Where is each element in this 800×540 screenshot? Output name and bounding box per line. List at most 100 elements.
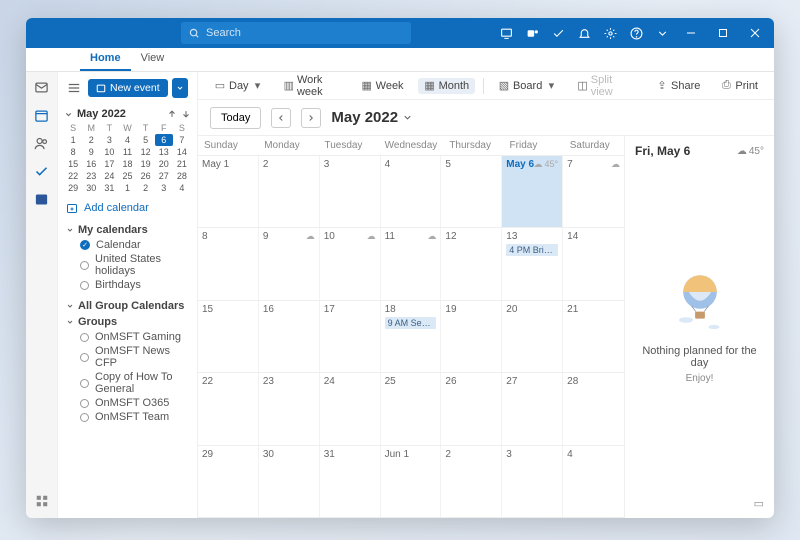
day-cell[interactable]: 9☁: [259, 228, 320, 299]
section-group-calendars[interactable]: All Group Calendars: [66, 300, 189, 312]
day-cell[interactable]: 17: [320, 301, 381, 372]
day-cell[interactable]: 28: [563, 373, 624, 444]
teams-icon[interactable]: [520, 21, 544, 45]
day-cell[interactable]: 21: [563, 301, 624, 372]
cloud-icon: ☁: [367, 231, 376, 242]
board-icon: ▧: [498, 80, 510, 92]
tab-view[interactable]: View: [131, 48, 175, 71]
add-calendar-label: Add calendar: [84, 202, 149, 214]
group-item[interactable]: OnMSFT News CFP: [80, 344, 189, 370]
calendar-plus-icon: [96, 83, 106, 93]
day-cell[interactable]: 5: [441, 156, 502, 227]
workweek-icon: ▥: [284, 80, 294, 92]
close-button[interactable]: [740, 18, 770, 48]
day-cell[interactable]: 29: [198, 446, 259, 517]
day-cell[interactable]: 134 PM Briefing wit: [502, 228, 563, 299]
day-cell[interactable]: 189 AM See What's: [381, 301, 442, 372]
collapse-panel-icon[interactable]: ▭: [635, 497, 764, 510]
day-cell[interactable]: 31: [320, 446, 381, 517]
next-month-button[interactable]: [301, 108, 321, 128]
event-chip[interactable]: 4 PM Briefing wit: [506, 244, 558, 256]
day-cell[interactable]: 10☁: [320, 228, 381, 299]
group-item[interactable]: OnMSFT Team: [80, 410, 189, 424]
new-event-label: New event: [110, 82, 160, 94]
day-cell[interactable]: 23: [259, 373, 320, 444]
detail-date: Fri, May 6: [635, 144, 690, 158]
search-input[interactable]: [206, 27, 403, 39]
day-cell[interactable]: 27: [502, 373, 563, 444]
mail-icon[interactable]: [33, 78, 51, 96]
present-icon[interactable]: [494, 21, 518, 45]
check-icon: ✓: [80, 240, 90, 250]
day-cell[interactable]: 26: [441, 373, 502, 444]
prev-month-button[interactable]: [271, 108, 291, 128]
calendar-item[interactable]: Birthdays: [80, 278, 189, 292]
day-cell[interactable]: 16: [259, 301, 320, 372]
event-chip[interactable]: 9 AM See What's: [385, 317, 437, 329]
help-icon[interactable]: [624, 21, 648, 45]
day-cell[interactable]: 4: [563, 446, 624, 517]
day-cell[interactable]: 22: [198, 373, 259, 444]
calendar-item[interactable]: United States holidays: [80, 252, 189, 278]
hamburger-icon[interactable]: [64, 78, 84, 98]
day-cell[interactable]: 19: [441, 301, 502, 372]
day-cell[interactable]: 14: [563, 228, 624, 299]
bell-icon[interactable]: [572, 21, 596, 45]
main-area: ▭Day ▾ ▥Work week ▦Week ▦Month ▧Board ▾ …: [198, 72, 774, 518]
day-cell[interactable]: 12: [441, 228, 502, 299]
day-detail-panel: Fri, May 6 ☁45°: [624, 136, 774, 518]
day-cell[interactable]: 7☁: [563, 156, 624, 227]
calendar-item[interactable]: ✓Calendar: [80, 238, 189, 252]
ribbon-toggle-icon[interactable]: [650, 21, 674, 45]
new-event-button[interactable]: New event: [88, 79, 168, 97]
day-cell[interactable]: 2: [259, 156, 320, 227]
view-day-button[interactable]: ▭Day ▾: [208, 78, 270, 94]
calendar-icon[interactable]: [33, 106, 51, 124]
search-box[interactable]: [181, 22, 411, 44]
day-cell-today[interactable]: May 6☁45°: [502, 156, 563, 227]
view-workweek-button[interactable]: ▥Work week: [278, 72, 347, 100]
chevron-down-icon[interactable]: [64, 110, 73, 119]
tasks-icon[interactable]: [33, 162, 51, 180]
month-title[interactable]: May 2022: [331, 109, 413, 126]
split-view-button[interactable]: ◫Split view: [571, 72, 634, 100]
settings-icon[interactable]: [598, 21, 622, 45]
day-cell[interactable]: 8: [198, 228, 259, 299]
maximize-button[interactable]: [708, 18, 738, 48]
day-cell[interactable]: 15: [198, 301, 259, 372]
group-item[interactable]: OnMSFT Gaming: [80, 330, 189, 344]
calendar-header: Today May 2022: [198, 100, 774, 136]
print-button[interactable]: ⎙Print: [714, 78, 764, 94]
view-board-button[interactable]: ▧Board ▾: [492, 78, 563, 94]
minimize-button[interactable]: [676, 18, 706, 48]
word-icon[interactable]: [33, 190, 51, 208]
day-cell[interactable]: 20: [502, 301, 563, 372]
view-month-button[interactable]: ▦Month: [418, 78, 476, 94]
day-cell[interactable]: Jun 1: [381, 446, 442, 517]
mini-prev-icon[interactable]: [167, 109, 177, 119]
today-button[interactable]: Today: [210, 107, 261, 129]
mini-next-icon[interactable]: [181, 109, 191, 119]
todo-icon[interactable]: [546, 21, 570, 45]
group-item[interactable]: OnMSFT O365: [80, 396, 189, 410]
mini-cal-title: May 2022: [77, 108, 126, 120]
view-week-button[interactable]: ▦Week: [355, 78, 410, 94]
more-apps-icon[interactable]: [33, 492, 51, 510]
day-cell[interactable]: 24: [320, 373, 381, 444]
day-cell[interactable]: 2: [441, 446, 502, 517]
day-cell[interactable]: 3: [502, 446, 563, 517]
day-cell[interactable]: 11☁: [381, 228, 442, 299]
people-icon[interactable]: [33, 134, 51, 152]
day-cell[interactable]: 25: [381, 373, 442, 444]
tab-home[interactable]: Home: [80, 48, 131, 71]
share-button[interactable]: ⇪Share: [650, 78, 706, 94]
day-cell[interactable]: 3: [320, 156, 381, 227]
day-cell[interactable]: 30: [259, 446, 320, 517]
add-calendar-button[interactable]: Add calendar: [58, 194, 197, 222]
group-item[interactable]: Copy of How To General: [80, 370, 189, 396]
new-event-chevron[interactable]: [172, 78, 188, 98]
day-cell[interactable]: May 1: [198, 156, 259, 227]
section-groups[interactable]: Groups: [66, 316, 189, 328]
section-my-calendars[interactable]: My calendars: [66, 224, 189, 236]
day-cell[interactable]: 4: [381, 156, 442, 227]
